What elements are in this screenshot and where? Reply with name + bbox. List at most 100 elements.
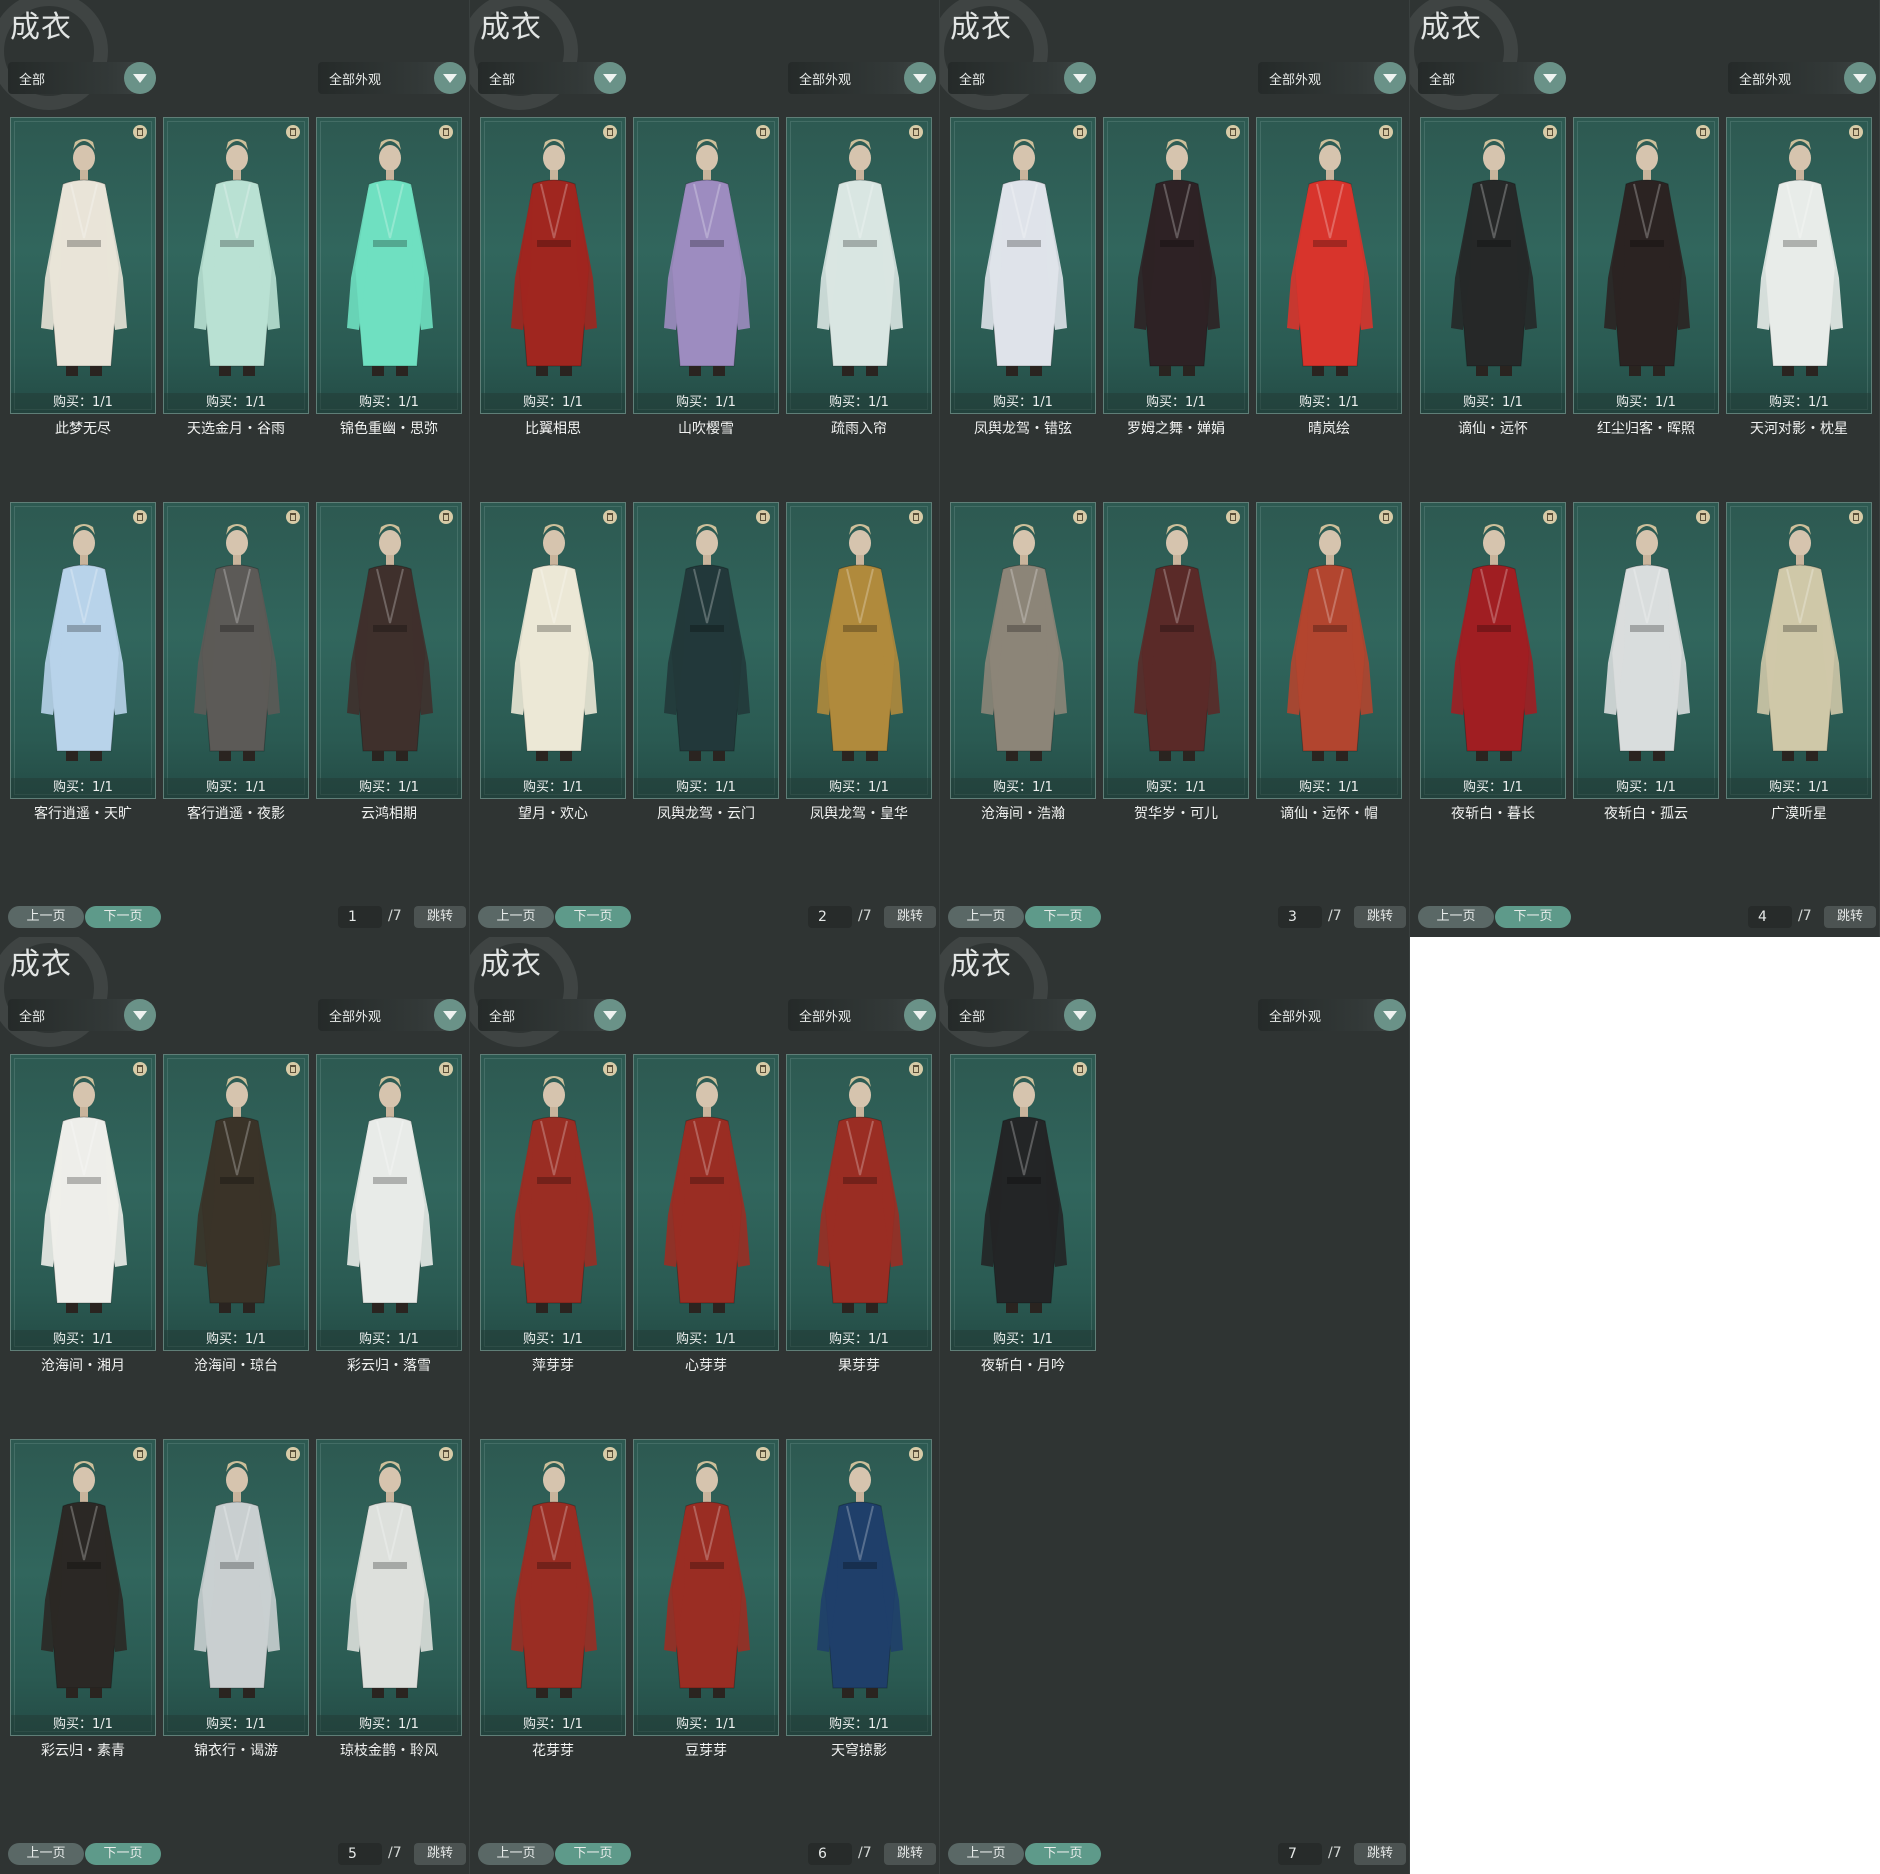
trash-icon[interactable]: [286, 1062, 300, 1076]
outfit-card[interactable]: 购买：1/1: [163, 502, 309, 799]
trash-icon[interactable]: [603, 1447, 617, 1461]
jump-button[interactable]: 跳转: [414, 906, 466, 928]
jump-button[interactable]: 跳转: [1354, 906, 1406, 928]
page-number-input[interactable]: 7: [1278, 1843, 1322, 1865]
chevron-down-icon[interactable]: [1064, 62, 1096, 94]
page-number-input[interactable]: 3: [1278, 906, 1322, 928]
outfit-card[interactable]: 购买：1/1: [1726, 502, 1872, 799]
trash-icon[interactable]: [909, 125, 923, 139]
outfit-card[interactable]: 购买：1/1: [786, 1054, 932, 1351]
outfit-card[interactable]: 购买：1/1: [480, 1054, 626, 1351]
prev-page-button[interactable]: 上一页: [1418, 906, 1494, 928]
next-page-button[interactable]: 下一页: [85, 906, 161, 928]
chevron-down-icon[interactable]: [124, 999, 156, 1031]
prev-page-button[interactable]: 上一页: [948, 1843, 1024, 1865]
category-dropdown[interactable]: 全部: [1418, 62, 1566, 94]
next-page-button[interactable]: 下一页: [1025, 906, 1101, 928]
page-number-input[interactable]: 4: [1748, 906, 1792, 928]
appearance-dropdown[interactable]: 全部外观: [1728, 62, 1876, 94]
outfit-card[interactable]: 购买：1/1: [633, 502, 779, 799]
outfit-card[interactable]: 购买：1/1: [316, 502, 462, 799]
chevron-down-icon[interactable]: [904, 999, 936, 1031]
trash-icon[interactable]: [1696, 125, 1710, 139]
trash-icon[interactable]: [1849, 510, 1863, 524]
trash-icon[interactable]: [439, 125, 453, 139]
prev-page-button[interactable]: 上一页: [8, 906, 84, 928]
outfit-card[interactable]: 购买：1/1: [10, 1439, 156, 1736]
category-dropdown[interactable]: 全部: [478, 62, 626, 94]
chevron-down-icon[interactable]: [904, 62, 936, 94]
outfit-card[interactable]: 购买：1/1: [1256, 117, 1402, 414]
trash-icon[interactable]: [439, 1447, 453, 1461]
prev-page-button[interactable]: 上一页: [478, 906, 554, 928]
trash-icon[interactable]: [603, 510, 617, 524]
trash-icon[interactable]: [909, 510, 923, 524]
outfit-card[interactable]: 购买：1/1: [163, 1054, 309, 1351]
trash-icon[interactable]: [439, 1062, 453, 1076]
trash-icon[interactable]: [286, 1447, 300, 1461]
trash-icon[interactable]: [286, 510, 300, 524]
trash-icon[interactable]: [603, 1062, 617, 1076]
outfit-card[interactable]: 购买：1/1: [633, 117, 779, 414]
outfit-card[interactable]: 购买：1/1: [1256, 502, 1402, 799]
outfit-card[interactable]: 购买：1/1: [480, 1439, 626, 1736]
trash-icon[interactable]: [1379, 510, 1393, 524]
trash-icon[interactable]: [1379, 125, 1393, 139]
next-page-button[interactable]: 下一页: [1495, 906, 1571, 928]
trash-icon[interactable]: [133, 1062, 147, 1076]
outfit-card[interactable]: 购买：1/1: [480, 502, 626, 799]
next-page-button[interactable]: 下一页: [1025, 1843, 1101, 1865]
appearance-dropdown[interactable]: 全部外观: [788, 999, 936, 1031]
jump-button[interactable]: 跳转: [884, 906, 936, 928]
category-dropdown[interactable]: 全部: [478, 999, 626, 1031]
outfit-card[interactable]: 购买：1/1: [10, 117, 156, 414]
outfit-card[interactable]: 购买：1/1: [10, 502, 156, 799]
chevron-down-icon[interactable]: [434, 999, 466, 1031]
next-page-button[interactable]: 下一页: [555, 1843, 631, 1865]
appearance-dropdown[interactable]: 全部外观: [1258, 999, 1406, 1031]
chevron-down-icon[interactable]: [1374, 999, 1406, 1031]
prev-page-button[interactable]: 上一页: [8, 1843, 84, 1865]
jump-button[interactable]: 跳转: [1824, 906, 1876, 928]
outfit-card[interactable]: 购买：1/1: [633, 1054, 779, 1351]
trash-icon[interactable]: [909, 1447, 923, 1461]
category-dropdown[interactable]: 全部: [8, 62, 156, 94]
chevron-down-icon[interactable]: [1844, 62, 1876, 94]
chevron-down-icon[interactable]: [594, 999, 626, 1031]
outfit-card[interactable]: 购买：1/1: [1726, 117, 1872, 414]
chevron-down-icon[interactable]: [124, 62, 156, 94]
category-dropdown[interactable]: 全部: [948, 62, 1096, 94]
outfit-card[interactable]: 购买：1/1: [1420, 502, 1566, 799]
appearance-dropdown[interactable]: 全部外观: [1258, 62, 1406, 94]
outfit-card[interactable]: 购买：1/1: [10, 1054, 156, 1351]
trash-icon[interactable]: [756, 1062, 770, 1076]
trash-icon[interactable]: [1849, 125, 1863, 139]
chevron-down-icon[interactable]: [1374, 62, 1406, 94]
trash-icon[interactable]: [439, 510, 453, 524]
trash-icon[interactable]: [1226, 125, 1240, 139]
appearance-dropdown[interactable]: 全部外观: [788, 62, 936, 94]
category-dropdown[interactable]: 全部: [948, 999, 1096, 1031]
trash-icon[interactable]: [1073, 1062, 1087, 1076]
outfit-card[interactable]: 购买：1/1: [1103, 502, 1249, 799]
chevron-down-icon[interactable]: [1064, 999, 1096, 1031]
outfit-card[interactable]: 购买：1/1: [480, 117, 626, 414]
outfit-card[interactable]: 购买：1/1: [316, 1439, 462, 1736]
prev-page-button[interactable]: 上一页: [478, 1843, 554, 1865]
appearance-dropdown[interactable]: 全部外观: [318, 999, 466, 1031]
outfit-card[interactable]: 购买：1/1: [1573, 502, 1719, 799]
trash-icon[interactable]: [909, 1062, 923, 1076]
outfit-card[interactable]: 购买：1/1: [633, 1439, 779, 1736]
category-dropdown[interactable]: 全部: [8, 999, 156, 1031]
appearance-dropdown[interactable]: 全部外观: [318, 62, 466, 94]
outfit-card[interactable]: 购买：1/1: [950, 117, 1096, 414]
trash-icon[interactable]: [133, 1447, 147, 1461]
trash-icon[interactable]: [286, 125, 300, 139]
chevron-down-icon[interactable]: [434, 62, 466, 94]
outfit-card[interactable]: 购买：1/1: [316, 117, 462, 414]
outfit-card[interactable]: 购买：1/1: [950, 1054, 1096, 1351]
prev-page-button[interactable]: 上一页: [948, 906, 1024, 928]
outfit-card[interactable]: 购买：1/1: [163, 1439, 309, 1736]
outfit-card[interactable]: 购买：1/1: [1420, 117, 1566, 414]
outfit-card[interactable]: 购买：1/1: [786, 117, 932, 414]
